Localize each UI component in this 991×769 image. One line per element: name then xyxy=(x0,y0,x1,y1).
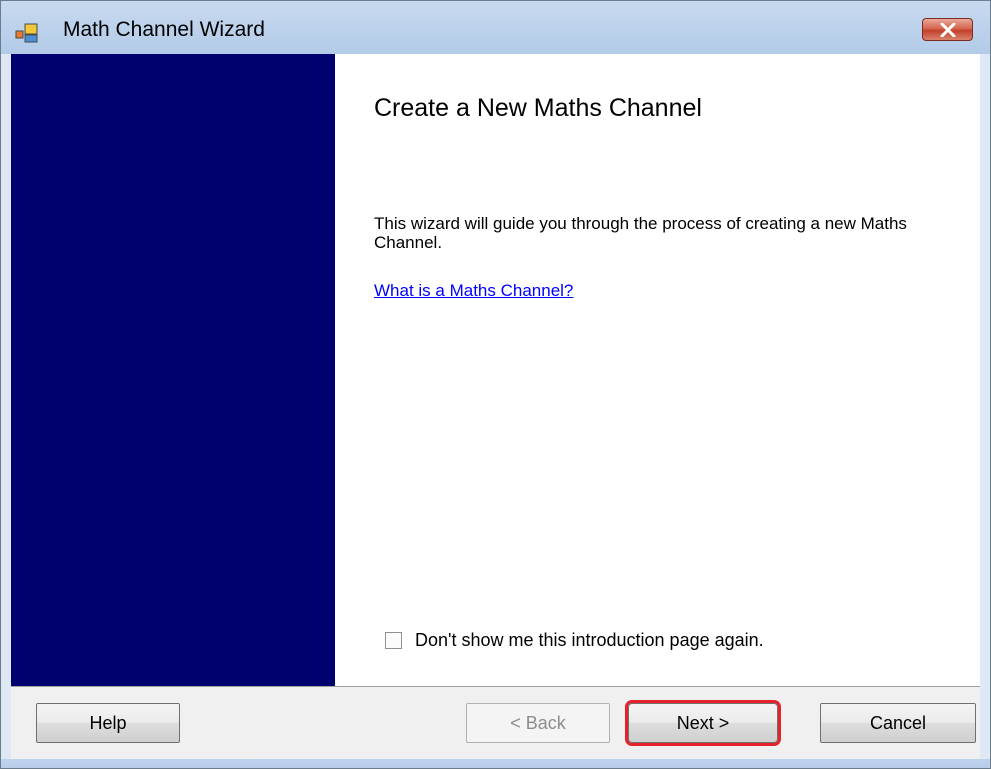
what-is-maths-channel-link[interactable]: What is a Maths Channel? xyxy=(374,281,573,301)
wizard-footer: Help < Back Next > Cancel xyxy=(11,686,980,759)
dont-show-again-checkbox[interactable] xyxy=(385,631,402,649)
math-channel-wizard-window: Math Channel Wizard Create a New Maths C… xyxy=(0,0,991,769)
intro-text: This wizard will guide you through the p… xyxy=(374,214,907,252)
close-button[interactable] xyxy=(922,18,973,41)
wizard-sidebar xyxy=(11,54,335,686)
window-bottom-border xyxy=(1,759,990,768)
back-button[interactable]: < Back xyxy=(466,703,610,743)
close-icon xyxy=(940,23,956,37)
next-button[interactable]: Next > xyxy=(625,700,781,746)
app-icon xyxy=(15,22,39,44)
page-title: Create a New Maths Channel xyxy=(374,94,702,122)
dont-show-again-option[interactable]: Don't show me this introduction page aga… xyxy=(385,629,764,651)
window-title: Math Channel Wizard xyxy=(63,18,265,41)
title-bar[interactable]: Math Channel Wizard xyxy=(1,1,990,54)
cancel-button[interactable]: Cancel xyxy=(820,703,976,743)
wizard-content: Create a New Maths Channel This wizard w… xyxy=(11,54,980,686)
dont-show-again-label[interactable]: Don't show me this introduction page aga… xyxy=(415,630,764,651)
help-button[interactable]: Help xyxy=(36,703,180,743)
